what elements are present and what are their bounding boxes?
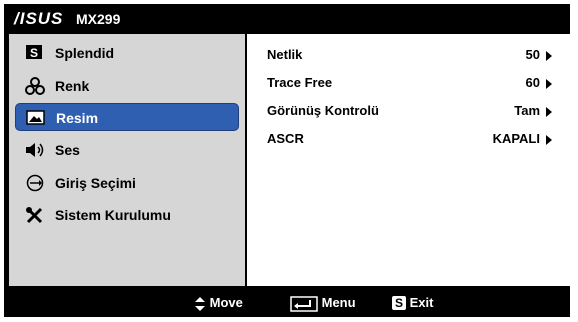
brand-logo: /ISUS [14, 9, 64, 28]
setting-name: Trace Free [267, 75, 333, 90]
settings-panel: Netlik 50 Trace Free 60 Görünüş Kontrolü… [247, 34, 570, 286]
enter-icon [290, 295, 322, 312]
chevron-right-icon [546, 134, 552, 145]
setting-value: KAPALI [493, 131, 552, 146]
chevron-right-icon [546, 50, 552, 61]
image-icon [26, 109, 46, 127]
setting-name: ASCR [267, 131, 304, 146]
menu-item-giris-secimi[interactable]: Giriş Seçimi [9, 168, 245, 198]
move-hint: Move [194, 295, 243, 312]
footer-bar: Move Menu S Exit [4, 288, 570, 317]
setting-name: Görünüş Kontrolü [267, 103, 379, 118]
main-menu: S Splendid Renk Resim Ses Giriş Seçimi S… [9, 34, 245, 286]
speaker-icon [25, 141, 45, 159]
menu-label: Renk [55, 78, 90, 94]
menu-item-ses[interactable]: Ses [9, 135, 245, 165]
title-bar: /ISUS MX299 [4, 4, 570, 32]
menu-label: Ses [55, 142, 80, 158]
menu-label: Menu [321, 295, 356, 310]
tools-icon [25, 206, 45, 224]
setting-name: Netlik [267, 47, 303, 62]
model-name: MX299 [76, 11, 121, 27]
up-down-icon [194, 295, 210, 311]
splendid-s-icon: S [25, 44, 45, 62]
menu-hint: Menu [290, 295, 356, 312]
input-select-icon [25, 174, 45, 192]
move-label: Move [209, 295, 243, 310]
menu-label: Giriş Seçimi [55, 175, 136, 191]
menu-label: Splendid [55, 45, 115, 61]
menu-label: Sistem Kurulumu [55, 207, 171, 223]
chevron-right-icon [546, 78, 552, 89]
setting-value: 60 [526, 75, 552, 90]
osd-window: /ISUS MX299 S Splendid Renk Resim Ses Gi… [4, 4, 570, 317]
color-dots-icon [25, 77, 45, 95]
exit-hint: S Exit [392, 295, 433, 310]
svg-text:S: S [30, 46, 38, 60]
menu-item-sistem-kurulumu[interactable]: Sistem Kurulumu [9, 200, 245, 230]
menu-item-resim[interactable]: Resim [15, 103, 239, 131]
setting-row-ascr[interactable]: ASCR KAPALI [247, 126, 570, 152]
setting-row-gorunus-kontrolu[interactable]: Görünüş Kontrolü Tam [247, 98, 570, 124]
menu-label: Resim [56, 110, 99, 126]
menu-item-renk[interactable]: Renk [9, 71, 245, 101]
chevron-right-icon [546, 106, 552, 117]
setting-row-netlik[interactable]: Netlik 50 [247, 42, 570, 68]
menu-item-splendid[interactable]: S Splendid [9, 38, 245, 68]
splendid-key-icon: S [392, 296, 407, 310]
setting-value: Tam [514, 103, 552, 118]
exit-label: Exit [409, 295, 434, 310]
setting-row-trace-free[interactable]: Trace Free 60 [247, 70, 570, 96]
setting-value: 50 [526, 47, 552, 62]
